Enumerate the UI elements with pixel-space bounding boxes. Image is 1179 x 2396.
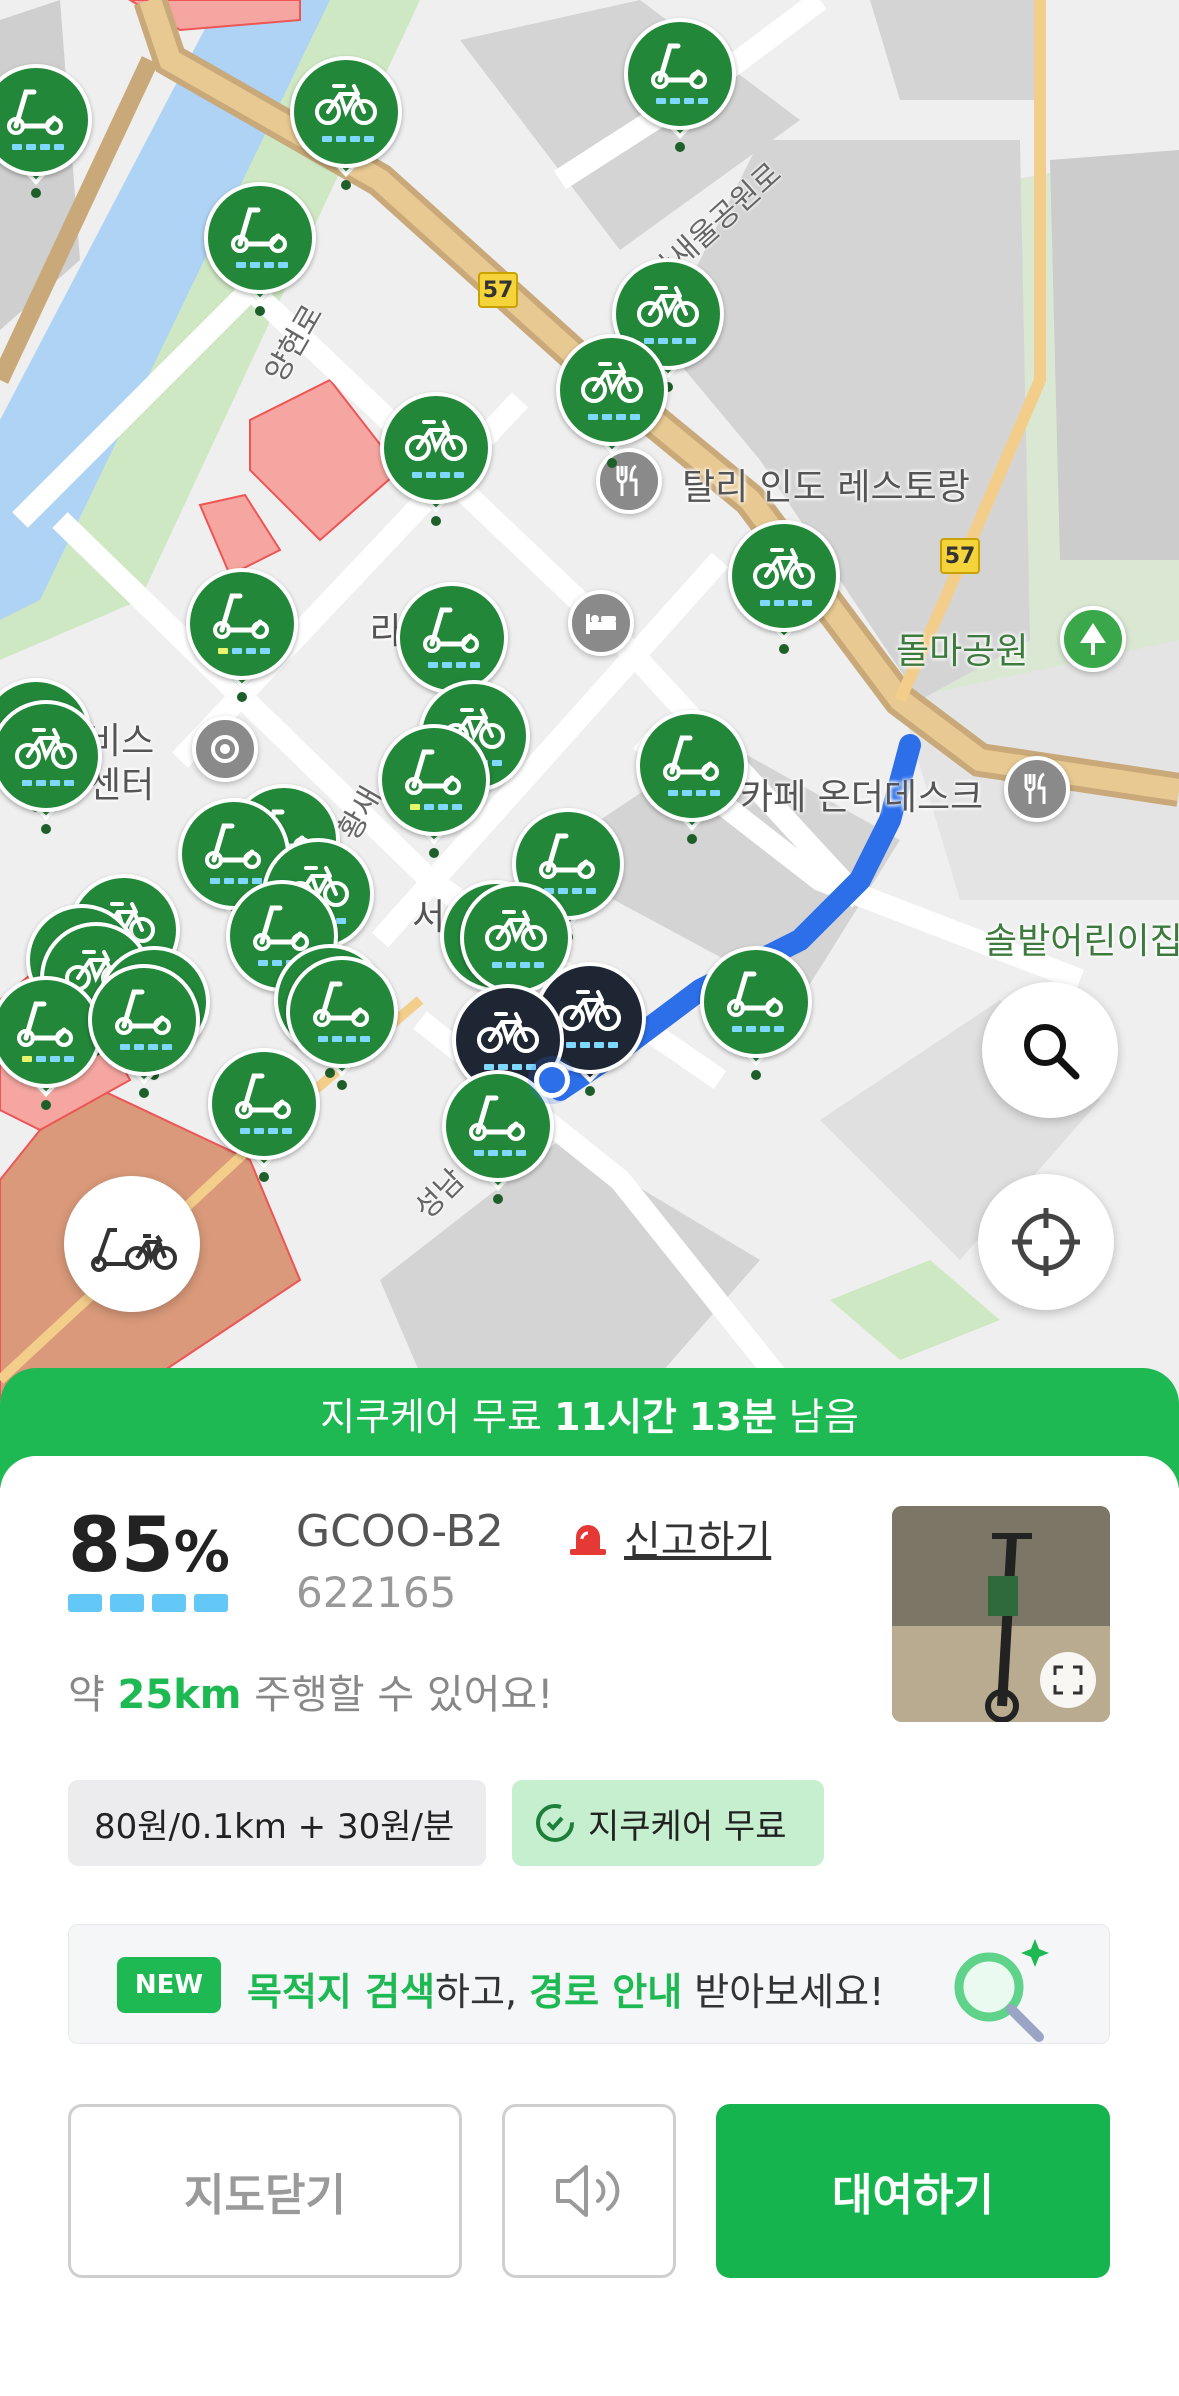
- scooter-pin[interactable]: [0, 64, 92, 198]
- vehicle-filter-button[interactable]: [64, 1176, 200, 1312]
- search-button[interactable]: [982, 982, 1118, 1118]
- scooter-pin[interactable]: [636, 710, 748, 844]
- scooter-pin[interactable]: [700, 946, 812, 1080]
- battery-level-bar: [68, 1594, 228, 1612]
- vehicle-photo[interactable]: [892, 1506, 1110, 1722]
- park-label: 돌마공원: [896, 631, 1029, 672]
- scooter-pin[interactable]: [208, 1048, 320, 1182]
- speaker-icon: [556, 2165, 620, 2217]
- promo-part4: 받아보세요!: [682, 1970, 885, 2014]
- current-location-dot: [534, 1062, 570, 1098]
- battery-value: 85: [68, 1500, 174, 1589]
- battery-percent: 85%: [68, 1500, 230, 1589]
- care-free-chip: 지쿠케어 무료: [512, 1780, 824, 1866]
- crosshair-icon: [1012, 1208, 1080, 1276]
- battery-segment: [194, 1594, 228, 1612]
- expand-icon: [1053, 1665, 1083, 1695]
- report-button[interactable]: 신고하기: [566, 1508, 771, 1566]
- new-badge: NEW: [117, 1957, 221, 2013]
- vehicle-model: GCOO-B2: [296, 1506, 504, 1557]
- care-chip-label: 지쿠케어 무료: [588, 1806, 787, 1847]
- battery-segment: [110, 1594, 144, 1612]
- bike-pin[interactable]: [556, 334, 668, 468]
- cafe-label: 카페 온더데스크: [740, 777, 984, 818]
- price-label: 80원/0.1km + 30원/분: [94, 1806, 455, 1847]
- route-number-badge-2: 57: [940, 538, 980, 574]
- battery-unit: %: [173, 1520, 230, 1585]
- service-center-icon[interactable]: [192, 716, 258, 782]
- price-chip: 80원/0.1km + 30원/분: [68, 1780, 486, 1866]
- promo-message: 목적지 검색하고, 경로 안내 받아보세요!: [247, 1961, 884, 2016]
- close-map-button[interactable]: 지도닫기: [68, 2104, 462, 2278]
- battery-segment: [152, 1594, 186, 1612]
- scooter-pin[interactable]: [0, 976, 102, 1110]
- magnifier-sparkle-icon: [954, 1939, 1049, 2042]
- search-icon: [1024, 1024, 1080, 1080]
- locate-button[interactable]: [978, 1174, 1114, 1310]
- scooter-pin[interactable]: [186, 568, 298, 702]
- scooter-pin[interactable]: [378, 724, 490, 858]
- bike-pin[interactable]: [728, 520, 840, 654]
- care-banner-minutes: 13분: [688, 1395, 777, 1439]
- rent-label: 대여하기: [832, 2170, 994, 2221]
- route-number-badge: 57: [478, 272, 518, 308]
- range-text: 약 25km 주행할 수 있어요!: [68, 1662, 553, 1720]
- range-value: 25km: [117, 1672, 242, 1718]
- scooter-pin[interactable]: [624, 18, 736, 152]
- battery-segment: [68, 1594, 102, 1612]
- map-view[interactable]: 양현로 황새울공원로 황새 성남 서 57 57 탈리 인도 레스토랑 라 호텔…: [0, 0, 1179, 1420]
- siren-icon: [570, 1525, 606, 1555]
- cafe-icon[interactable]: [1004, 756, 1070, 822]
- care-banner-prefix: 지쿠케어 무료: [320, 1395, 542, 1439]
- scooter-pin[interactable]: [88, 964, 200, 1098]
- care-banner-hours: 11시간: [554, 1395, 677, 1439]
- rent-button[interactable]: 대여하기: [716, 2104, 1110, 2278]
- scooter-pin[interactable]: [204, 182, 316, 316]
- scooter-bike-icon: [91, 1228, 177, 1272]
- range-suffix: 주행할 수 있어요!: [254, 1672, 554, 1718]
- bike-pin[interactable]: [0, 700, 102, 834]
- promo-part3: 경로 안내: [529, 1970, 683, 2014]
- expand-photo-button[interactable]: [1040, 1652, 1096, 1708]
- care-banner-suffix: 남음: [788, 1395, 859, 1439]
- promo-part1: 목적지 검색: [247, 1970, 436, 2014]
- range-prefix: 약: [68, 1672, 105, 1718]
- refresh-check-icon: [536, 1804, 574, 1842]
- report-label: 신고하기: [624, 1518, 772, 1564]
- hotel-icon[interactable]: [568, 590, 634, 656]
- bike-pin[interactable]: [380, 392, 492, 526]
- destination-search-promo[interactable]: NEW 목적지 검색하고, 경로 안내 받아보세요!: [68, 1924, 1110, 2044]
- kindergarten-label: 솔밭어린이집: [984, 921, 1179, 962]
- vehicle-serial: 622165: [296, 1568, 457, 1617]
- ring-vehicle-button[interactable]: [502, 2104, 676, 2278]
- close-map-label: 지도닫기: [184, 2170, 346, 2221]
- park-icon[interactable]: [1060, 606, 1126, 672]
- bike-pin[interactable]: [290, 56, 402, 190]
- promo-part2: 하고,: [435, 1970, 530, 2014]
- restaurant-label: 탈리 인도 레스토랑: [682, 467, 970, 508]
